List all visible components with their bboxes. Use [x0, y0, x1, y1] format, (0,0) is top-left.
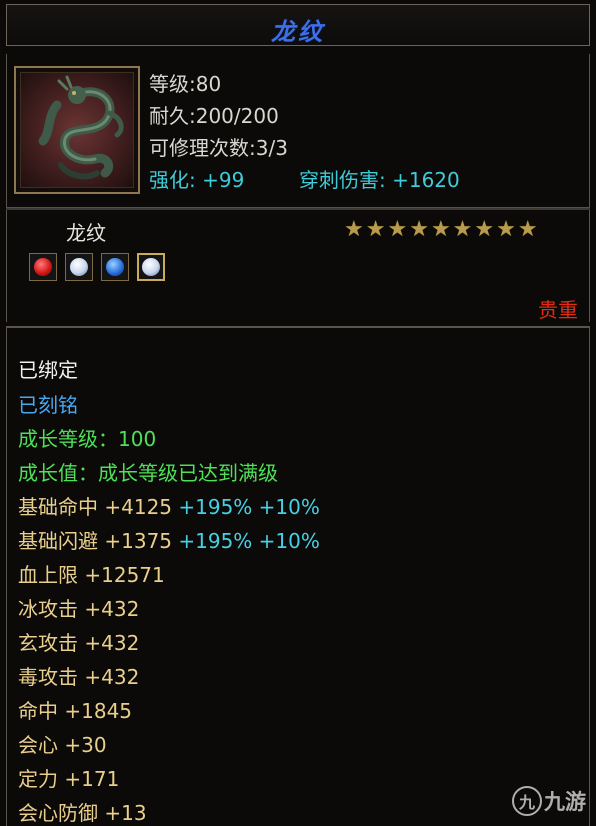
crit: 会心 +30 [18, 733, 107, 757]
hit: 命中 +1845 [18, 699, 133, 723]
blue-gem-icon [106, 258, 124, 276]
base-dodge-bonus-2: +10% [258, 529, 320, 553]
star-icon: ★ [452, 217, 473, 242]
item-tooltip: 龙纹 等级:80 耐久:200/200 可修理次数:3/3 强化: +99 穿刺… [0, 0, 596, 826]
base-hit-row: 基础命中 +4125 +195% +10% [18, 491, 320, 520]
item-durability: 耐久:200/200 [149, 104, 279, 128]
base-dodge-label: 基础闪避 [18, 529, 98, 553]
star-icon: ★ [344, 217, 364, 242]
item-level: 等级:80 [149, 72, 222, 96]
base-hit-label: 基础命中 [18, 495, 98, 519]
base-hit-bonus-1: +195% [178, 495, 253, 519]
star-icon: ★ [496, 217, 516, 242]
item-repair-count: 可修理次数:3/3 [149, 136, 288, 160]
crit-defense: 会心防御 +13 [18, 801, 147, 825]
star-icon: ★ [474, 217, 495, 242]
red-gem-icon [34, 258, 52, 276]
star-icon: ★ [409, 217, 429, 242]
star-icon: ★ [430, 217, 451, 242]
gem-slot[interactable] [29, 253, 57, 281]
base-dodge-bonus-1: +195% [178, 529, 253, 553]
base-hit-value: +4125 [104, 495, 173, 519]
dragon-seal-icon [20, 72, 134, 188]
item-icon-frame [14, 66, 140, 194]
white-gem-icon [142, 258, 160, 276]
gem-slot[interactable] [101, 253, 129, 281]
watermark-logo-icon: 九 [512, 786, 542, 816]
focus: 定力 +171 [18, 767, 120, 791]
gem-slot-selected[interactable] [137, 253, 165, 281]
item-enhance: 强化: +99 [149, 168, 245, 192]
base-dodge-value: +1375 [104, 529, 173, 553]
base-dodge-row: 基础闪避 +1375 +195% +10% [18, 525, 320, 554]
star-icon: ★ [517, 217, 538, 242]
gem-slot[interactable] [65, 253, 93, 281]
base-hit-bonus-2: +10% [258, 495, 320, 519]
item-pierce-damage: 穿刺伤害: +1620 [299, 168, 460, 192]
watermark-text: 九游 [544, 790, 586, 814]
gem-slots [29, 253, 165, 281]
hp-max: 血上限 +12571 [18, 563, 165, 587]
engraved-status: 已刻铭 [18, 393, 78, 417]
ice-attack: 冰攻击 +432 [18, 597, 140, 621]
title-bar: 龙纹 [6, 4, 590, 46]
rarity-label: 贵重 [538, 298, 578, 322]
item-name: 龙纹 [66, 221, 106, 245]
divider [6, 207, 590, 210]
item-title: 龙纹 [271, 17, 325, 46]
watermark: 九 九游 [512, 786, 586, 816]
growth-value: 成长值：成长等级已达到满级 [18, 461, 278, 485]
star-rating: ★ ★ ★ ★ ★ ★ ★ ★ ★ [344, 219, 538, 241]
star-icon: ★ [365, 217, 386, 242]
poison-attack: 毒攻击 +432 [18, 665, 140, 689]
white-gem-icon [70, 258, 88, 276]
star-icon: ★ [387, 217, 408, 242]
growth-level: 成长等级：100 [18, 427, 157, 451]
mystic-attack: 玄攻击 +432 [18, 631, 140, 655]
bound-status: 已绑定 [18, 358, 78, 382]
